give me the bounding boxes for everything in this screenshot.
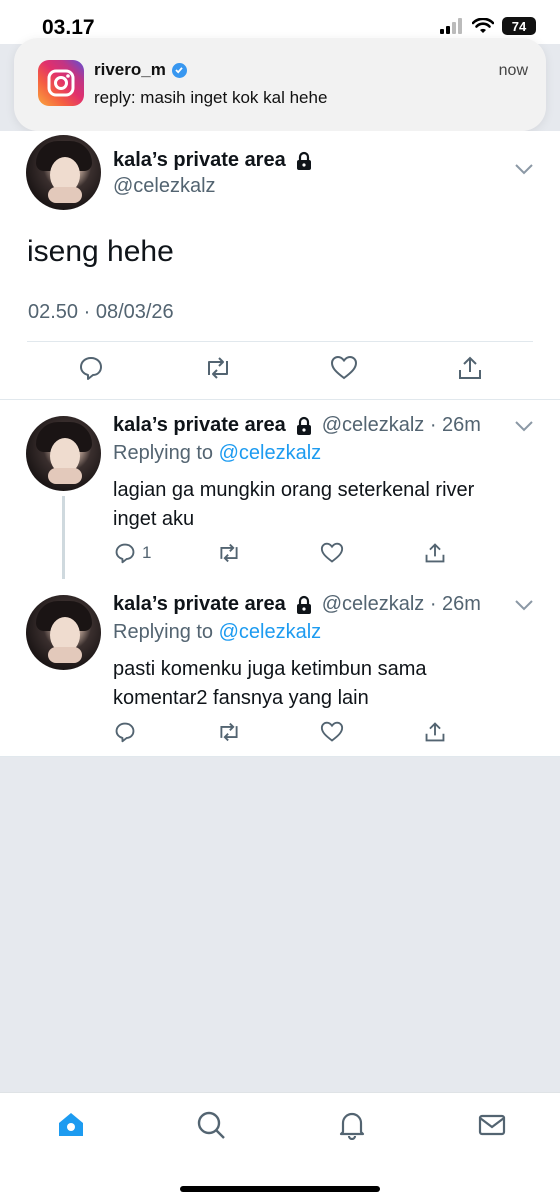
reply-meta: @celezkalz · 26m xyxy=(321,414,481,436)
divider xyxy=(27,341,533,342)
author-name: kala’s private area xyxy=(113,149,286,171)
verified-badge-icon xyxy=(171,62,187,78)
reply-tweet[interactable]: kala’s private area @celezkalz · 26m Rep… xyxy=(0,579,560,757)
tab-notifications[interactable] xyxy=(336,1109,368,1141)
share-button[interactable] xyxy=(424,542,446,564)
tweet-author[interactable]: kala’s private area xyxy=(113,149,314,172)
retweet-button[interactable] xyxy=(216,542,242,564)
tweet-text: iseng hehe xyxy=(27,235,174,268)
retweet-icon xyxy=(220,543,238,563)
tab-search[interactable] xyxy=(195,1109,227,1141)
share-icon xyxy=(425,722,445,742)
reply-icon xyxy=(115,722,135,743)
reply-text: pasti komenku juga ketimbun sama komenta… xyxy=(113,658,427,709)
reply-meta: @celezkalz · 26m xyxy=(321,593,481,615)
mail-icon xyxy=(478,1114,506,1136)
notification-sender: rivero_m xyxy=(94,60,166,79)
tab-bar xyxy=(0,1092,560,1200)
heart-icon xyxy=(320,721,344,742)
reply-button[interactable] xyxy=(114,721,136,743)
chevron-down-icon[interactable] xyxy=(514,163,534,175)
reply-count: 1 xyxy=(142,543,152,562)
author-name[interactable]: kala’s private area xyxy=(113,593,286,616)
tab-home[interactable] xyxy=(55,1109,87,1141)
cellular-signal-icon xyxy=(440,18,462,34)
lock-icon xyxy=(296,416,311,435)
retweet-icon xyxy=(220,722,238,742)
author-name[interactable]: kala’s private area xyxy=(113,414,286,437)
lock-icon xyxy=(296,151,311,170)
search-icon xyxy=(197,1111,225,1139)
like-button[interactable] xyxy=(320,721,344,743)
like-button[interactable] xyxy=(330,355,358,381)
chevron-down-icon[interactable] xyxy=(514,599,534,611)
replying-label: Replying to xyxy=(113,442,214,464)
reply-tweet[interactable]: kala’s private area @celezkalz · 26m Rep… xyxy=(0,400,560,588)
main-tweet: kala’s private area @celezkalz iseng heh… xyxy=(0,131,560,400)
tweet-datetime[interactable]: 02.50 · 08/03/26 xyxy=(28,301,174,324)
reply-button[interactable] xyxy=(78,355,104,381)
notification-title: rivero_m xyxy=(94,60,187,80)
chevron-down-icon[interactable] xyxy=(514,420,534,432)
tab-messages[interactable] xyxy=(476,1109,508,1141)
status-icons: 74 xyxy=(440,17,536,35)
reply-icon xyxy=(80,357,102,380)
notification-banner[interactable]: rivero_m reply: masih inget kok kal hehe… xyxy=(14,38,546,131)
like-button[interactable] xyxy=(320,542,344,564)
status-time: 03.17 xyxy=(42,16,95,39)
home-indicator xyxy=(180,1186,380,1192)
home-icon xyxy=(59,1113,83,1136)
avatar[interactable] xyxy=(26,135,101,210)
share-button[interactable] xyxy=(424,721,446,743)
avatar[interactable] xyxy=(26,416,101,491)
battery-icon: 74 xyxy=(502,17,536,35)
replying-to-link[interactable]: @celezkalz xyxy=(219,621,322,643)
share-icon xyxy=(459,356,481,379)
replying-to: Replying to @celezkalz xyxy=(113,442,321,465)
heart-icon xyxy=(330,355,358,380)
author-handle[interactable]: @celezkalz xyxy=(113,175,216,198)
reply-icon xyxy=(115,543,135,564)
battery-level: 74 xyxy=(511,18,527,34)
replying-to-link[interactable]: @celezkalz xyxy=(219,442,322,464)
retweet-icon xyxy=(208,357,228,379)
share-icon xyxy=(425,543,445,563)
replying-to: Replying to @celezkalz xyxy=(113,621,321,644)
notification-time: now xyxy=(498,62,528,79)
instagram-icon xyxy=(38,60,84,106)
heart-icon xyxy=(320,542,344,563)
reply-text: lagian ga mungkin orang seterkenal river… xyxy=(113,479,475,530)
thread-line xyxy=(62,496,65,588)
reply-header: kala’s private area @celezkalz · 26m xyxy=(113,414,481,437)
share-button[interactable] xyxy=(457,355,483,381)
bell-icon xyxy=(339,1112,365,1140)
wifi-icon xyxy=(472,18,494,33)
notification-message: reply: masih inget kok kal hehe xyxy=(94,88,328,107)
lock-icon xyxy=(296,595,311,614)
reply-button[interactable]: 1 xyxy=(114,542,151,564)
retweet-button[interactable] xyxy=(216,721,242,743)
avatar[interactable] xyxy=(26,595,101,670)
reply-header: kala’s private area @celezkalz · 26m xyxy=(113,593,481,616)
replying-label: Replying to xyxy=(113,621,214,643)
retweet-button[interactable] xyxy=(203,355,233,381)
